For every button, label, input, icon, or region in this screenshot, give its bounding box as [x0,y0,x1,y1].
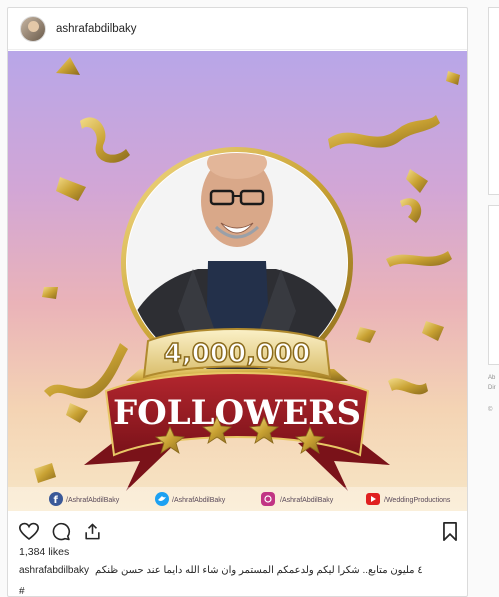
like-count[interactable]: 1,384 likes [19,546,69,558]
post-actions [19,522,102,541]
facebook-handle: /AshrafAbdilBaky [66,497,120,504]
instagram-handle: /AshrafAbdilBaky [280,497,334,504]
sidebar-text-fragment: © [488,407,493,413]
post-image[interactable]: 4,000,000 FOLLOWERS f /AshrafAbdilBaky /… [8,51,467,511]
instagram-post: ashrafabdilbaky 4,000,000 FOLLOWERS f /A… [7,7,468,597]
followers-label: FOLLOWERS [113,393,361,433]
twitter-handle: /AshrafAbdilBaky [172,497,226,504]
caption-text: ٤ مليون متابع.. شكرا ليكم ولدعمكم المستم… [95,565,423,576]
social-handles-bar: f /AshrafAbdilBaky /AshrafAbdilBaky /Ash… [8,487,467,511]
heart-icon[interactable] [19,522,39,541]
sidebar-text-fragment[interactable]: Dir [488,385,496,391]
sidebar-card [488,205,499,365]
followers-celebration-artwork: 4,000,000 FOLLOWERS f /AshrafAbdilBaky /… [8,57,467,511]
caption-hashtag-fragment[interactable]: # [19,586,25,597]
right-sidebar-edge: Ab Dir © [488,7,499,585]
caption-username[interactable]: ashrafabdilbaky [19,565,89,576]
post-caption: ashrafabdilbaky ٤ مليون متابع.. شكرا ليكم… [19,565,459,576]
youtube-handle: /WeddingProductions [384,497,451,504]
share-icon[interactable] [83,522,102,541]
avatar[interactable] [20,15,46,42]
post-header: ashrafabdilbaky [8,8,467,50]
comment-icon[interactable] [51,522,71,541]
instagram-icon [261,492,275,506]
bookmark-icon[interactable] [442,522,458,546]
username[interactable]: ashrafabdilbaky [56,23,137,35]
svg-text:f: f [54,495,59,506]
follower-count: 4,000,000 [164,339,310,369]
sidebar-card [488,7,499,195]
sidebar-text-fragment[interactable]: Ab [488,375,495,381]
